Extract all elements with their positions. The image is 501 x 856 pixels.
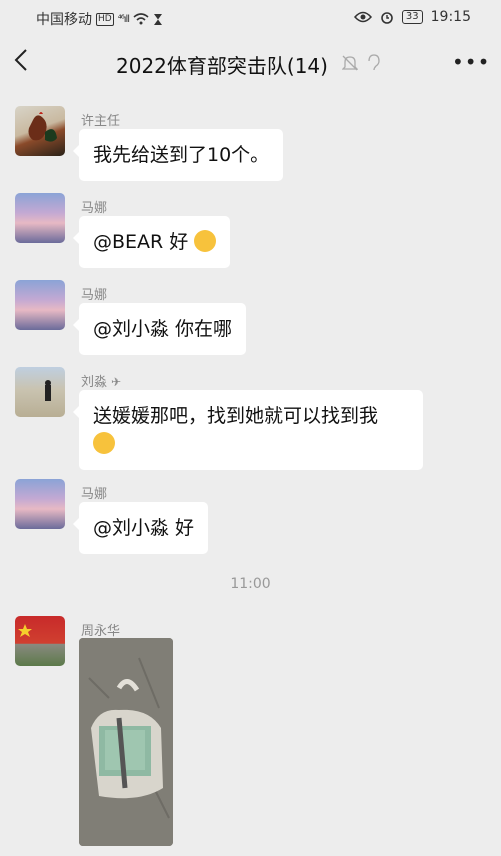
thinking-face-emoji-icon (93, 432, 115, 454)
hd-badge: HD (96, 12, 114, 26)
sender-name: 刘淼 ✈ (81, 375, 122, 390)
clock: 19:15 (430, 9, 471, 25)
sender-name: 马娜 (81, 487, 108, 502)
sender-name: 马娜 (81, 201, 108, 216)
carrier-label: 中国移动 (36, 12, 92, 28)
hourglass-icon (154, 13, 163, 25)
back-icon[interactable] (14, 48, 38, 78)
battery-icon: 33 (401, 10, 423, 24)
sender-name: 许主任 (81, 114, 121, 129)
avatar[interactable] (15, 106, 65, 156)
message-bubble[interactable]: @BEAR 好 (72, 216, 231, 268)
message-text: 我先给送到了10个。 (93, 144, 270, 166)
status-bar: 中国移动 HD ⁴⁶ıll 33 19:15 (0, 0, 501, 34)
avatar[interactable] (15, 280, 65, 330)
avatar[interactable] (15, 616, 65, 666)
chat-title: 2022体育部突击队(14) (116, 54, 328, 78)
avatar[interactable] (15, 479, 65, 529)
avatar[interactable] (15, 193, 65, 243)
message-bubble[interactable]: @刘小淼 好 (72, 502, 209, 554)
message-text: @刘小淼 好 (93, 517, 195, 539)
message-bubble[interactable]: 送媛媛那吧，找到她就可以找到我 (73, 390, 423, 470)
timestamp: 11:00 (230, 576, 271, 592)
satellite-icon: ✈ (111, 375, 122, 389)
message-text: 送媛媛那吧，找到她就可以找到我 (93, 405, 379, 427)
eye-icon (353, 11, 372, 23)
photo-message[interactable] (79, 638, 173, 846)
ok-hand-emoji-icon (194, 230, 217, 252)
message-bubble[interactable]: @刘小淼 你在哪 (72, 303, 247, 355)
chat-header: 2022体育部突击队(14) ••• (0, 34, 501, 92)
alarm-icon (381, 12, 393, 24)
mute-bell-icon (342, 55, 358, 71)
signal-icon: ⁴⁶ıll (117, 13, 130, 25)
message-text: @BEAR 好 (93, 231, 189, 253)
message-bubble[interactable]: 我先给送到了10个。 (72, 129, 284, 181)
avatar[interactable] (15, 367, 65, 417)
sender-name: 马娜 (81, 288, 108, 303)
sender-name: 周永华 (81, 624, 121, 639)
more-options-icon[interactable]: ••• (452, 52, 490, 72)
wifi-icon (133, 13, 149, 25)
earpiece-icon (368, 54, 380, 71)
message-text: @刘小淼 你在哪 (93, 318, 233, 340)
